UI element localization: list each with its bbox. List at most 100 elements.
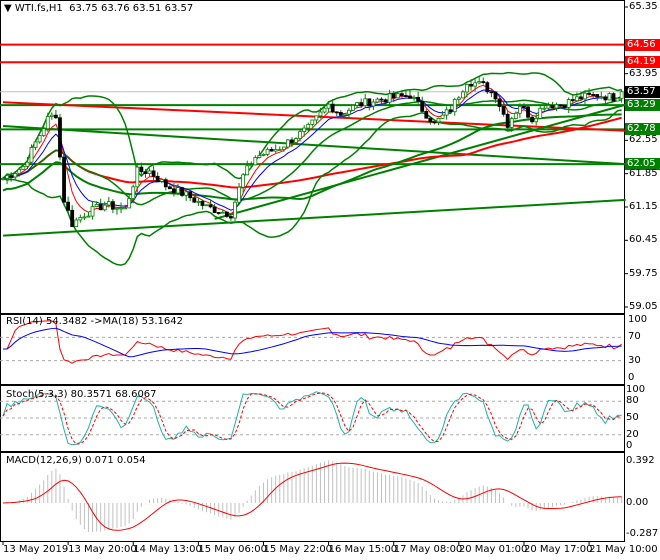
stoch-signal-line — [2, 392, 622, 445]
time-axis-label: 16 May 15:00 — [328, 544, 398, 555]
candle — [473, 82, 478, 87]
candle — [461, 91, 465, 99]
candle — [33, 141, 38, 148]
time-axis-label: 15 May 22:00 — [263, 544, 333, 555]
candle — [37, 135, 42, 143]
candle — [110, 201, 115, 210]
trading-chart[interactable]: ▼ WTI.fs,H1 63.75 63.76 63.51 63.57 RSI(… — [0, 0, 660, 560]
macd-axis-label: 0.392 — [626, 455, 655, 466]
candle — [375, 98, 380, 103]
candle — [302, 127, 307, 132]
candle — [249, 164, 254, 167]
candle — [424, 110, 429, 119]
candle — [526, 106, 530, 118]
candle — [257, 155, 262, 158]
rsi-axis-label: 100 — [628, 314, 648, 325]
candle — [229, 216, 233, 219]
candle — [102, 204, 107, 211]
candle — [58, 117, 62, 158]
candle — [444, 109, 449, 116]
candle — [367, 98, 372, 107]
candle — [224, 211, 229, 217]
candle — [163, 179, 168, 188]
candle — [151, 170, 156, 177]
candle — [513, 112, 518, 119]
candle — [196, 200, 201, 203]
candle — [155, 175, 160, 182]
candle — [62, 156, 66, 203]
candle — [579, 96, 583, 100]
candle — [204, 204, 209, 207]
rsi-legend: RSI(14) 54.3482 ->MA(18) 53.1642 — [6, 316, 183, 327]
level-tag: 63.29 — [625, 99, 660, 112]
macd-axis-label: 0.00 — [626, 497, 649, 508]
candle — [127, 198, 132, 209]
time-axis-label: 15 May 06:00 — [198, 544, 267, 555]
time-axis-label: 17 May 08:00 — [393, 544, 463, 555]
candle — [245, 165, 250, 176]
candle — [253, 157, 258, 166]
candle — [371, 101, 376, 107]
candle — [448, 109, 453, 113]
candle — [554, 104, 559, 109]
candle — [306, 124, 311, 129]
candle — [269, 148, 274, 152]
candle — [355, 102, 359, 106]
candle — [465, 83, 469, 93]
candle — [106, 201, 111, 206]
time-axis-label: 13 May 20:00 — [68, 544, 137, 555]
stoch-axis-label: 0 — [626, 440, 633, 451]
candle — [318, 111, 323, 117]
candle — [342, 113, 347, 116]
candle — [493, 91, 498, 100]
candle — [139, 166, 144, 173]
candle — [363, 98, 368, 107]
candle — [277, 149, 282, 151]
candle — [615, 97, 620, 102]
candle — [66, 201, 71, 211]
candle — [78, 217, 83, 221]
candle — [310, 119, 315, 125]
candle — [49, 114, 54, 117]
candle — [351, 105, 355, 111]
menu-triangle-icon[interactable]: ▼ — [4, 3, 15, 14]
candle — [587, 92, 591, 95]
candle — [558, 104, 563, 107]
price-tick-label: 59.05 — [629, 301, 658, 312]
level-tag: 64.56 — [625, 38, 660, 51]
candle — [188, 191, 193, 199]
candle — [41, 128, 46, 136]
price-tick-label: 63.95 — [629, 67, 658, 79]
candle — [387, 93, 392, 103]
macd-legend: MACD(12,26,9) 0.071 0.054 — [6, 455, 146, 466]
candle — [147, 170, 152, 174]
bollinger-lower — [2, 109, 622, 266]
stoch-legend: Stoch(5,3,3) 80.3571 68.6067 — [6, 389, 157, 400]
candle — [322, 107, 327, 113]
candle — [94, 204, 99, 207]
candle — [5, 175, 9, 179]
candle — [595, 94, 600, 98]
candle — [273, 149, 278, 152]
chart-canvas[interactable] — [0, 0, 660, 560]
candle — [566, 99, 571, 108]
candle — [481, 81, 486, 84]
candle — [452, 99, 457, 113]
candle — [509, 118, 514, 128]
candle — [220, 211, 225, 214]
candle — [241, 174, 246, 188]
price-tick-label: 65.35 — [629, 1, 658, 12]
candle — [54, 114, 58, 119]
time-axis-label: 14 May 13:00 — [133, 544, 202, 555]
candle — [200, 200, 205, 206]
candle — [517, 105, 522, 114]
candle — [599, 96, 604, 99]
candle — [82, 216, 87, 219]
candle — [9, 175, 14, 178]
candle — [436, 118, 441, 123]
candle — [285, 139, 290, 148]
candle — [330, 103, 335, 113]
candle — [619, 91, 624, 99]
candle — [591, 94, 596, 96]
candle — [115, 207, 119, 210]
